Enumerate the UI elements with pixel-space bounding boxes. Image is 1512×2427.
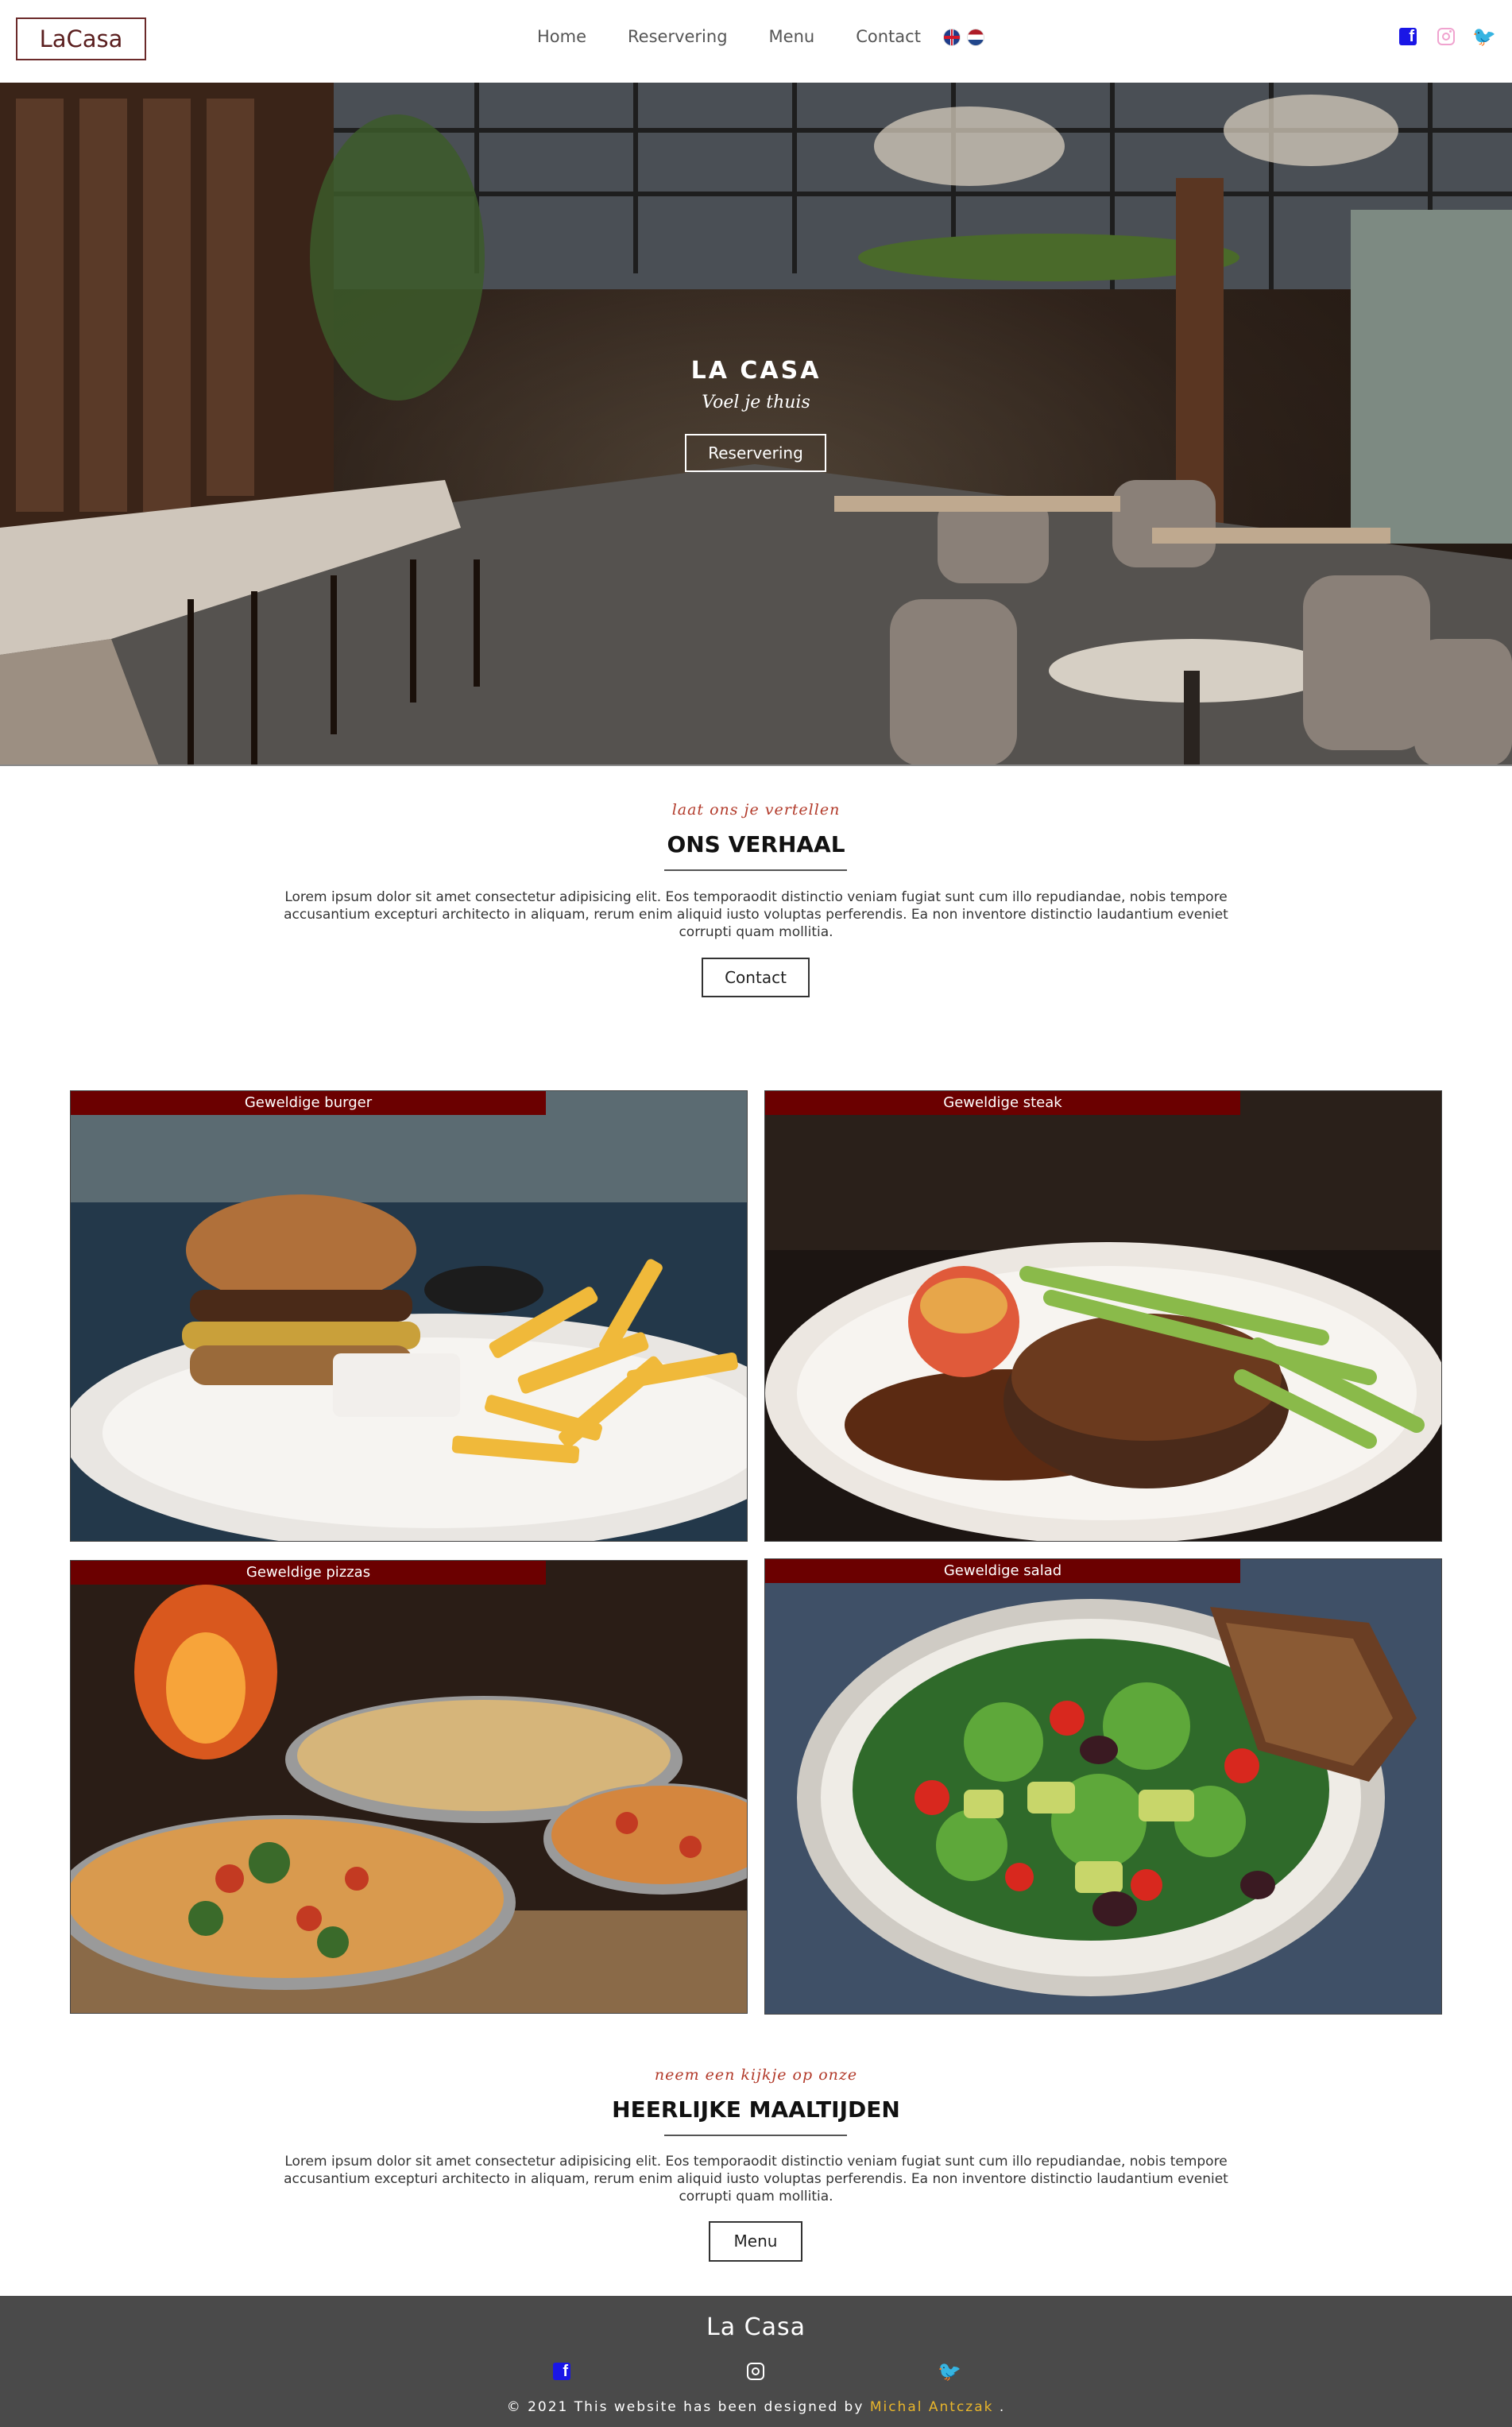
footer-facebook-icon[interactable]: f xyxy=(551,2361,572,2382)
reservation-button[interactable]: Reservering xyxy=(685,434,826,472)
nav-link-home[interactable]: Home xyxy=(537,27,586,46)
menu-button[interactable]: Menu xyxy=(709,2221,802,2262)
hero-banner: LA CASA Voel je thuis Reservering xyxy=(0,83,1512,766)
gallery-card-salad[interactable]: Geweldige salad xyxy=(764,1558,1442,2015)
hero-subtitle: Voel je thuis xyxy=(702,393,810,412)
uk-flag-icon[interactable] xyxy=(944,29,960,45)
steak-label: Geweldige steak xyxy=(765,1091,1240,1115)
burger-label: Geweldige burger xyxy=(71,1091,546,1115)
author-link[interactable]: Michal Antczak xyxy=(870,2399,994,2415)
story-divider xyxy=(664,869,847,871)
copyright-prefix: © 2021 This website has been designed by xyxy=(506,2399,864,2415)
meals-text: Lorem ipsum dolor sit amet consectetur a… xyxy=(284,2154,1228,2204)
facebook-icon[interactable]: f xyxy=(1398,26,1418,47)
nav-links: Home Reservering Menu Contact xyxy=(537,27,921,46)
copyright-suffix: . xyxy=(999,2399,1006,2415)
instagram-icon[interactable] xyxy=(1436,26,1456,47)
salad-image xyxy=(765,1559,1441,2014)
gallery-card-pizzas[interactable]: Geweldige pizzas xyxy=(70,1560,748,2014)
burger-image xyxy=(71,1091,747,1541)
steak-image xyxy=(765,1091,1441,1541)
footer-instagram-icon[interactable] xyxy=(745,2361,766,2382)
story-kicker: laat ons je vertellen xyxy=(671,801,841,819)
salad-label: Geweldige salad xyxy=(765,1559,1240,1583)
hero-title: LA CASA xyxy=(690,357,822,385)
nl-flag-icon[interactable] xyxy=(968,29,984,45)
copyright-text: © 2021 This website has been designed by… xyxy=(0,2399,1512,2415)
footer: La Casa f 🐦 © 2021 This website has been… xyxy=(0,2296,1512,2427)
twitter-icon[interactable]: 🐦 xyxy=(1472,26,1496,48)
story-title: ONS VERHAAL xyxy=(667,831,845,857)
meals-title: HEERLIJKE MAALTIJDEN xyxy=(612,2096,900,2123)
gallery-card-steak[interactable]: Geweldige steak xyxy=(764,1090,1442,1542)
language-switcher xyxy=(944,29,984,45)
footer-title: La Casa xyxy=(706,2313,806,2341)
meals-divider xyxy=(664,2135,847,2136)
pizzas-label: Geweldige pizzas xyxy=(71,1561,546,1585)
social-links-top: f 🐦 xyxy=(1398,26,1496,48)
contact-button[interactable]: Contact xyxy=(702,958,810,997)
meals-kicker: neem een kijkje op onze xyxy=(654,2066,858,2084)
nav-link-contact[interactable]: Contact xyxy=(856,27,921,46)
pizzas-image xyxy=(71,1561,747,2013)
logo-button[interactable]: LaCasa xyxy=(16,17,146,60)
hero-background-image xyxy=(0,83,1512,766)
gallery-card-burger[interactable]: Geweldige burger xyxy=(70,1090,748,1542)
nav-link-menu[interactable]: Menu xyxy=(769,27,815,46)
story-text: Lorem ipsum dolor sit amet consectetur a… xyxy=(284,889,1228,940)
nav-link-reservering[interactable]: Reservering xyxy=(628,27,728,46)
navbar: LaCasa Home Reservering Menu Contact f 🐦 xyxy=(0,0,1512,83)
footer-twitter-icon[interactable]: 🐦 xyxy=(938,2361,961,2382)
